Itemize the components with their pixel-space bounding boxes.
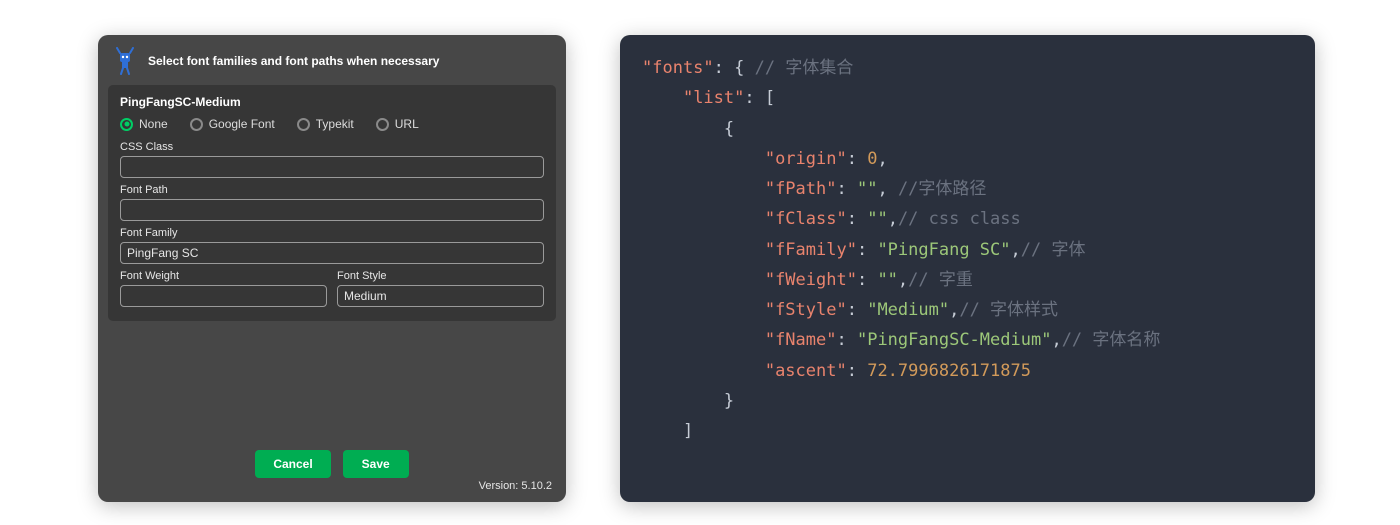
code-value: "" [857, 179, 877, 199]
radio-label: Typekit [316, 117, 354, 131]
code-comment: // 字体集合 [755, 58, 854, 78]
radio-label: None [139, 117, 168, 131]
radio-dot-icon [376, 118, 389, 131]
code-key: "origin" [765, 149, 847, 169]
dialog-footer: Cancel Save Version: 5.10.2 [98, 444, 566, 502]
version-label: Version: 5.10.2 [479, 480, 552, 492]
input-font-family[interactable] [120, 242, 544, 264]
label-font-family: Font Family [120, 227, 544, 239]
code-comment: // 字体名称 [1062, 330, 1161, 350]
code-comment: //字体路径 [898, 179, 986, 199]
input-css-class[interactable] [120, 156, 544, 178]
radio-none[interactable]: None [120, 117, 168, 131]
code-key: "fPath" [765, 179, 837, 199]
radio-label: Google Font [209, 117, 275, 131]
radio-dot-icon [120, 118, 133, 131]
font-name-heading: PingFangSC-Medium [120, 95, 544, 109]
code-key: "fName" [765, 330, 837, 350]
bodymovin-mascot-icon [114, 47, 138, 75]
dialog-spacer [98, 321, 566, 444]
radio-typekit[interactable]: Typekit [297, 117, 354, 131]
json-code-panel: "fonts": { // 字体集合 "list": [ { "origin":… [620, 35, 1315, 502]
label-css-class: CSS Class [120, 141, 544, 153]
radio-url[interactable]: URL [376, 117, 419, 131]
code-key: "fFamily" [765, 240, 857, 260]
input-font-style[interactable] [337, 285, 544, 307]
code-value: 72.7996826171875 [867, 361, 1031, 381]
radio-label: URL [395, 117, 419, 131]
label-font-style: Font Style [337, 270, 544, 282]
radio-google-font[interactable]: Google Font [190, 117, 275, 131]
code-comment: // 字重 [908, 270, 973, 290]
dialog-header: Select font families and font paths when… [98, 35, 566, 85]
cancel-button[interactable]: Cancel [255, 450, 330, 478]
label-font-weight: Font Weight [120, 270, 327, 282]
label-font-path: Font Path [120, 184, 544, 196]
code-key: "list" [683, 88, 744, 108]
code-key: "fonts" [642, 58, 714, 78]
code-value: "" [877, 270, 897, 290]
radio-dot-icon [190, 118, 203, 131]
input-font-path[interactable] [120, 199, 544, 221]
save-button[interactable]: Save [343, 450, 409, 478]
font-settings-dialog: Select font families and font paths when… [98, 35, 566, 502]
code-comment: // css class [898, 209, 1021, 229]
code-value: "Medium" [867, 300, 949, 320]
code-key: "fWeight" [765, 270, 857, 290]
code-comment: // 字体 [1021, 240, 1086, 260]
code-key: "fStyle" [765, 300, 847, 320]
font-source-radio-group: None Google Font Typekit URL [120, 117, 544, 131]
code-key: "ascent" [765, 361, 847, 381]
code-comment: // 字体样式 [959, 300, 1058, 320]
code-value: "PingFangSC-Medium" [857, 330, 1051, 350]
code-value: "PingFang SC" [877, 240, 1010, 260]
dialog-title: Select font families and font paths when… [148, 54, 439, 68]
radio-dot-icon [297, 118, 310, 131]
code-value: 0 [867, 149, 877, 169]
input-font-weight[interactable] [120, 285, 327, 307]
dialog-body: PingFangSC-Medium None Google Font Typek… [108, 85, 556, 321]
code-value: "" [867, 209, 887, 229]
code-key: "fClass" [765, 209, 847, 229]
